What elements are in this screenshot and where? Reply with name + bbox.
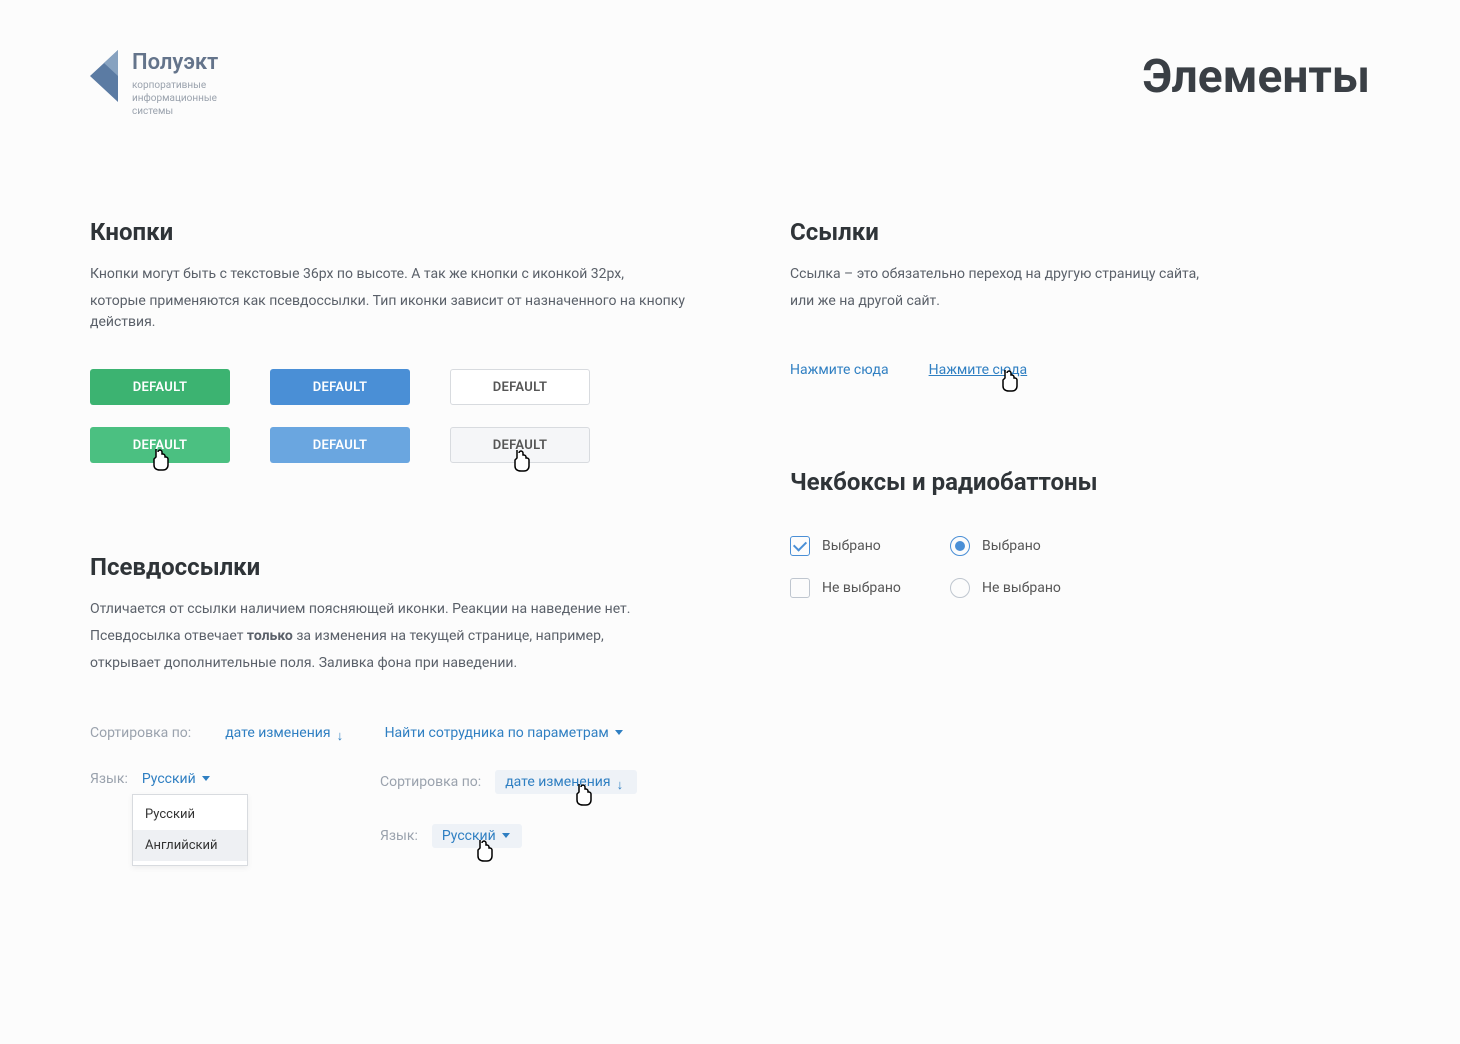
links-desc-2: или же на другой сайт. xyxy=(790,291,1370,312)
links-section: Ссылки Ссылка – это обязательно переход … xyxy=(790,218,1370,378)
checkbox-unselected[interactable]: Не выбрано xyxy=(790,578,950,598)
button-blue-default[interactable]: DEFAULT xyxy=(270,369,410,405)
logo-subtitle-1: корпоративные xyxy=(132,79,218,92)
buttons-desc-2: которые применяются как псевдоссылки. Ти… xyxy=(90,291,710,333)
button-blue-hover[interactable]: DEFAULT xyxy=(270,427,410,463)
cursor-pointer-icon xyxy=(999,368,1021,394)
sort-label: Сортировка по: xyxy=(90,725,191,741)
button-white-hover[interactable]: DEFAULT xyxy=(450,427,590,463)
dropdown-item-hover[interactable]: Английский xyxy=(133,830,247,861)
find-pseudolink[interactable]: Найти сотрудника по параметрам xyxy=(381,724,629,742)
sort-label-2: Сортировка по: xyxy=(380,774,481,790)
logo-title: Полуэкт xyxy=(132,50,218,75)
button-green-default[interactable]: DEFAULT xyxy=(90,369,230,405)
pseudolinks-desc-1: Отличается от ссылки наличием поясняющей… xyxy=(90,599,710,620)
radio-checked-icon xyxy=(950,536,970,556)
cursor-pointer-icon xyxy=(511,448,533,474)
lang-pseudolink-hover[interactable]: Русский xyxy=(432,824,522,848)
lang-dropdown: Русский Английский xyxy=(132,794,248,866)
lang-label-2: Язык: xyxy=(380,828,418,844)
pseudolinks-section: Псевдоссылки Отличается от ссылки наличи… xyxy=(90,553,710,866)
link-hover[interactable]: Нажмите сюда xyxy=(929,362,1028,378)
pseudolinks-desc-3: открывает дополнительные поля. Заливка ф… xyxy=(90,653,710,674)
lang-pseudolink[interactable]: Русский xyxy=(138,770,216,788)
page-title: Элементы xyxy=(1142,50,1370,104)
lang-label: Язык: xyxy=(90,771,128,787)
radio-unselected[interactable]: Не выбрано xyxy=(950,578,1110,598)
sort-pseudolink-hover[interactable]: дате изменения xyxy=(495,770,636,794)
sort-pseudolink[interactable]: дате изменения xyxy=(221,724,350,742)
dropdown-item[interactable]: Русский xyxy=(133,799,247,830)
logo-subtitle-2: информационные xyxy=(132,92,218,105)
chevron-down-icon xyxy=(615,728,625,738)
arrow-down-icon xyxy=(337,728,347,738)
buttons-heading: Кнопки xyxy=(90,218,710,246)
cursor-pointer-icon xyxy=(573,782,595,808)
chevron-down-icon xyxy=(502,831,512,841)
logo-icon xyxy=(90,50,118,102)
checkbox-selected[interactable]: Выбрано xyxy=(790,536,950,556)
logo-block: Полуэкт корпоративные информационные сис… xyxy=(90,50,218,118)
radio-selected[interactable]: Выбрано xyxy=(950,536,1110,556)
link-default[interactable]: Нажмите сюда xyxy=(790,362,889,378)
pseudolinks-desc-2: Псевдосылка отвечает только за изменения… xyxy=(90,626,710,647)
button-green-hover[interactable]: DEFAULT xyxy=(90,427,230,463)
logo-subtitle-3: системы xyxy=(132,105,218,118)
pseudolinks-heading: Псевдоссылки xyxy=(90,553,710,581)
button-white-default[interactable]: DEFAULT xyxy=(450,369,590,405)
links-heading: Ссылки xyxy=(790,218,1370,246)
chevron-down-icon xyxy=(202,774,212,784)
radio-unchecked-icon xyxy=(950,578,970,598)
checkbox-unchecked-icon xyxy=(790,578,810,598)
checkbox-checked-icon xyxy=(790,536,810,556)
checkboxes-heading: Чекбоксы и радиобаттоны xyxy=(790,468,1370,496)
cursor-pointer-icon xyxy=(474,838,496,864)
links-desc-1: Ссылка – это обязательно переход на друг… xyxy=(790,264,1370,285)
buttons-desc-1: Кнопки могут быть с текстовые 36px по вы… xyxy=(90,264,710,285)
arrow-down-icon xyxy=(617,777,627,787)
cursor-pointer-icon xyxy=(150,447,172,473)
checkboxes-section: Чекбоксы и радиобаттоны Выбрано Выбрано … xyxy=(790,468,1370,598)
buttons-section: Кнопки Кнопки могут быть с текстовые 36p… xyxy=(90,218,710,463)
